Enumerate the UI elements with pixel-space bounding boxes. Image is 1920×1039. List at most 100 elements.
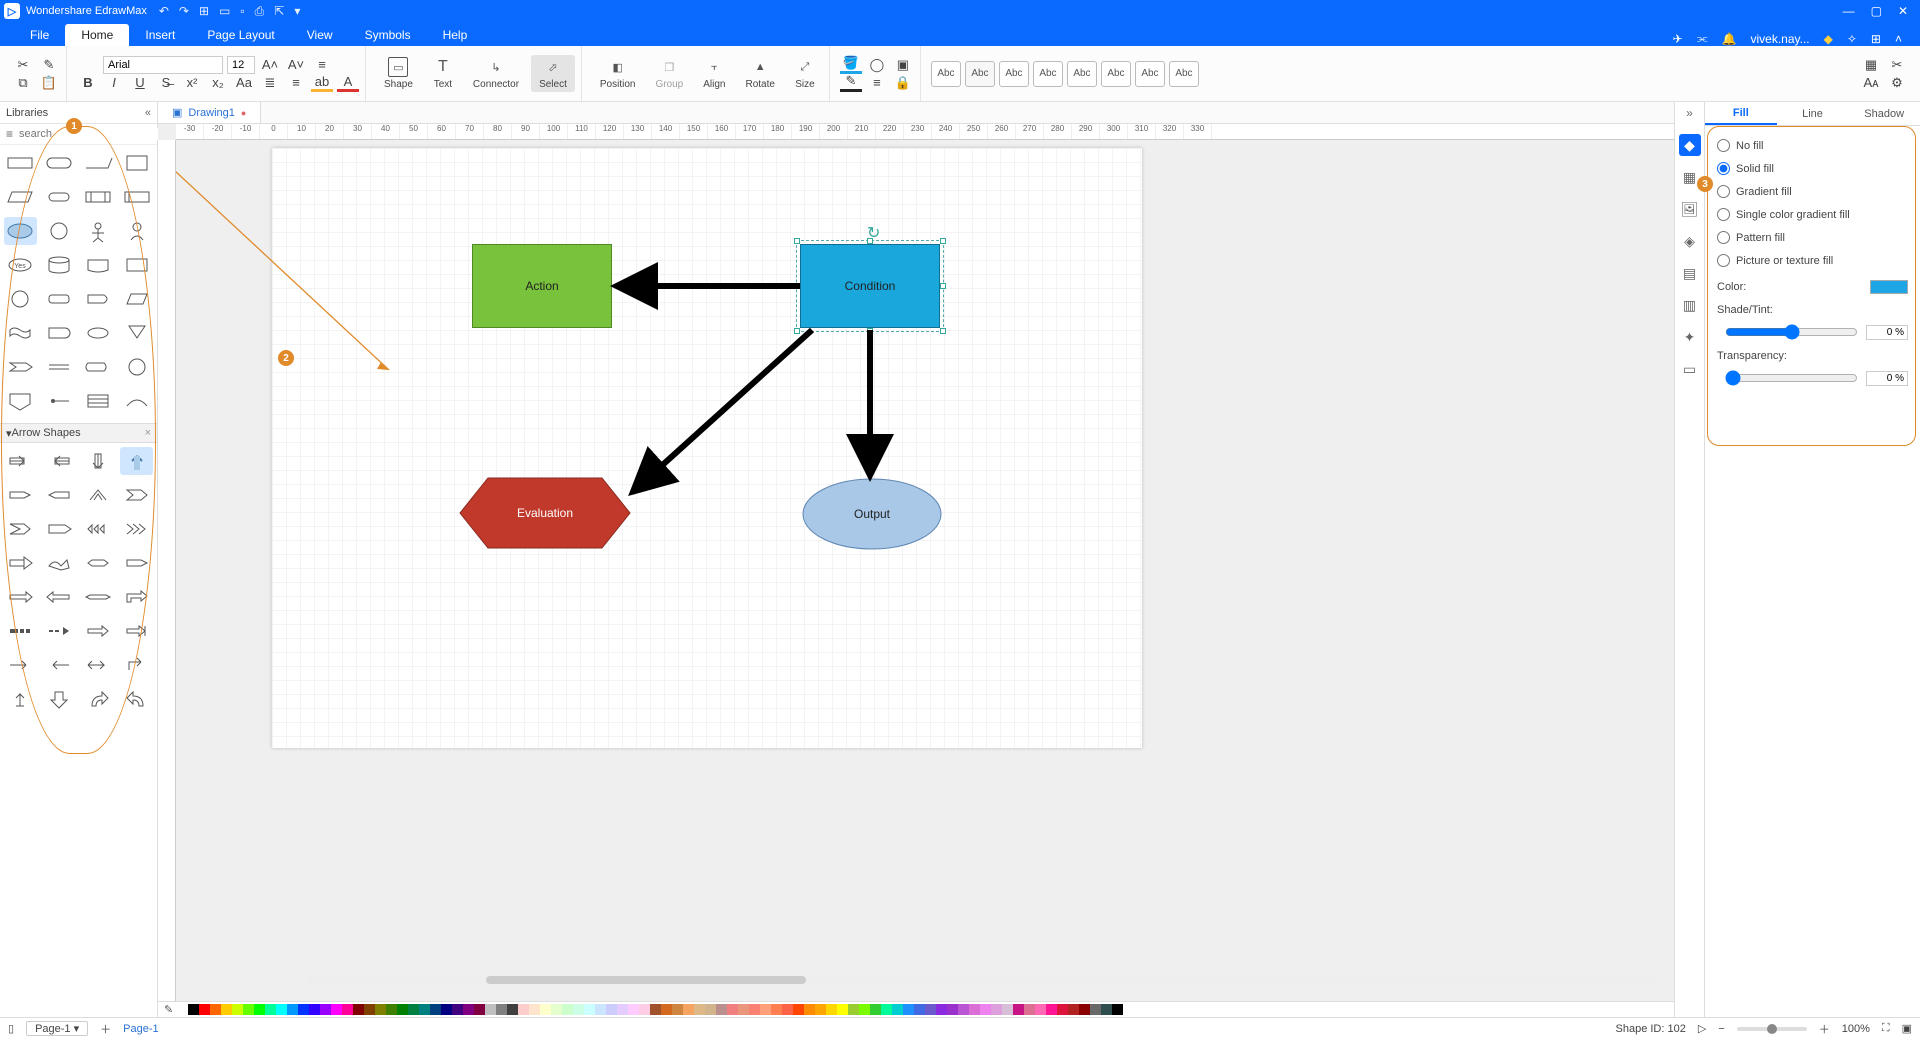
prop-tab-shadow[interactable]: Shadow — [1848, 102, 1920, 125]
palette-swatch[interactable] — [903, 1004, 914, 1015]
rotate-handle-icon[interactable]: ↻ — [867, 223, 880, 243]
fill-color-swatch[interactable] — [1870, 280, 1908, 294]
palette-swatch[interactable] — [419, 1004, 430, 1015]
shape-item[interactable] — [120, 387, 153, 415]
palette-swatch[interactable] — [683, 1004, 694, 1015]
align-text-icon[interactable]: ≡ — [311, 56, 333, 74]
arrow-shapes-section[interactable]: ▾ Arrow Shapes× — [0, 423, 157, 443]
shape-item[interactable] — [43, 251, 76, 279]
bullets-icon[interactable]: ≣ — [259, 74, 281, 92]
palette-swatch[interactable] — [804, 1004, 815, 1015]
shape-style-icon[interactable]: ◯ — [866, 56, 888, 74]
size-button[interactable]: ⤢Size — [787, 55, 823, 92]
arrow-item[interactable] — [82, 481, 115, 509]
arrow-item[interactable] — [4, 617, 37, 645]
fit-page-icon[interactable]: ⛶ — [1882, 1022, 1890, 1035]
palette-swatch[interactable] — [1090, 1004, 1101, 1015]
palette-swatch[interactable] — [606, 1004, 617, 1015]
notification-icon[interactable]: 🔔 — [1722, 32, 1737, 46]
group-button[interactable]: ❐Group — [647, 55, 691, 92]
gift-icon[interactable]: ✧ — [1847, 32, 1857, 46]
fill-option-picture[interactable]: Picture or texture fill — [1717, 249, 1908, 272]
add-page-icon[interactable]: ＋ — [100, 1021, 111, 1037]
connector-tool[interactable]: ↳Connector — [465, 55, 527, 92]
share-icon[interactable]: ⫘ — [1697, 31, 1708, 46]
arrow-item[interactable] — [43, 685, 76, 713]
library-search-input[interactable] — [19, 128, 161, 140]
qat-more-icon[interactable]: ▾ — [294, 4, 300, 19]
palette-swatch[interactable] — [958, 1004, 969, 1015]
copy-icon[interactable]: ⧉ — [12, 74, 34, 92]
fullscreen-icon[interactable]: ▣ — [1902, 1022, 1912, 1035]
shade-slider[interactable] — [1725, 324, 1858, 340]
palette-swatch[interactable] — [287, 1004, 298, 1015]
palette-swatch[interactable] — [276, 1004, 287, 1015]
palette-swatch[interactable] — [815, 1004, 826, 1015]
shape-item[interactable] — [4, 387, 37, 415]
fill-option-single-gradient[interactable]: Single color gradient fill — [1717, 203, 1908, 226]
shape-item-ellipse[interactable] — [4, 217, 37, 245]
shade-value-input[interactable] — [1866, 325, 1908, 340]
canvas[interactable]: Action Condition ↻ — [176, 140, 1674, 1001]
palette-swatch[interactable] — [265, 1004, 276, 1015]
palette-swatch[interactable] — [1112, 1004, 1123, 1015]
prop-tab-line[interactable]: Line — [1777, 102, 1849, 125]
save-icon[interactable]: ▫ — [240, 4, 244, 19]
shape-evaluation[interactable]: Evaluation — [460, 478, 630, 548]
theme-swatch[interactable]: Abc — [1067, 61, 1097, 87]
arrow-item[interactable] — [4, 583, 37, 611]
shadow-icon[interactable]: ▣ — [892, 56, 914, 74]
line-spacing-icon[interactable]: ≡ — [285, 74, 307, 92]
palette-swatch[interactable] — [1035, 1004, 1046, 1015]
shape-item[interactable] — [82, 183, 115, 211]
highlight-icon[interactable]: ab — [311, 74, 333, 92]
zoom-in-icon[interactable]: ＋ — [1819, 1021, 1830, 1037]
shape-item[interactable] — [43, 285, 76, 313]
palette-swatch[interactable] — [584, 1004, 595, 1015]
palette-swatch[interactable] — [793, 1004, 804, 1015]
fill-option-pattern[interactable]: Pattern fill — [1717, 226, 1908, 249]
palette-swatch[interactable] — [881, 1004, 892, 1015]
shape-item[interactable]: Yes — [4, 251, 37, 279]
minimize-icon[interactable]: — — [1843, 4, 1855, 18]
palette-swatch[interactable] — [870, 1004, 881, 1015]
underline-icon[interactable]: U — [129, 74, 151, 92]
palette-swatch[interactable] — [639, 1004, 650, 1015]
eyedropper-icon[interactable]: ✎ — [164, 1003, 173, 1016]
arrow-item[interactable] — [120, 617, 153, 645]
palette-swatch[interactable] — [562, 1004, 573, 1015]
menu-help[interactable]: Help — [427, 24, 484, 46]
palette-swatch[interactable] — [628, 1004, 639, 1015]
decrease-font-icon[interactable]: A˅ — [285, 56, 307, 74]
arrow-item[interactable] — [82, 583, 115, 611]
arrow-item[interactable] — [120, 583, 153, 611]
arrow-item[interactable] — [4, 481, 37, 509]
arrow-item[interactable] — [43, 617, 76, 645]
palette-swatch[interactable] — [925, 1004, 936, 1015]
collapse-libraries-icon[interactable]: « — [145, 107, 151, 119]
palette-swatch[interactable] — [320, 1004, 331, 1015]
palette-swatch[interactable] — [254, 1004, 265, 1015]
premium-icon[interactable]: ◆ — [1824, 32, 1833, 46]
palette-swatch[interactable] — [298, 1004, 309, 1015]
arrow-item[interactable] — [82, 447, 115, 475]
format-painter-icon[interactable]: ✎ — [38, 56, 60, 74]
shape-item[interactable] — [4, 149, 37, 177]
transparency-value-input[interactable] — [1866, 371, 1908, 386]
send-icon[interactable]: ✈ — [1673, 32, 1683, 46]
arrow-item[interactable] — [82, 617, 115, 645]
shape-item[interactable] — [82, 353, 115, 381]
palette-swatch[interactable] — [969, 1004, 980, 1015]
arrow-item[interactable] — [4, 549, 37, 577]
close-section-icon[interactable]: × — [145, 427, 151, 439]
palette-swatch[interactable] — [1002, 1004, 1013, 1015]
transform-panel-icon[interactable]: ✦ — [1679, 326, 1701, 348]
palette-swatch[interactable] — [551, 1004, 562, 1015]
shape-item[interactable] — [120, 285, 153, 313]
palette-swatch[interactable] — [947, 1004, 958, 1015]
shape-output[interactable]: Output — [802, 478, 942, 550]
palette-swatch[interactable] — [408, 1004, 419, 1015]
print-icon[interactable]: ⎙ — [255, 4, 265, 19]
arrow-item[interactable] — [43, 481, 76, 509]
transparency-slider[interactable] — [1725, 370, 1858, 386]
